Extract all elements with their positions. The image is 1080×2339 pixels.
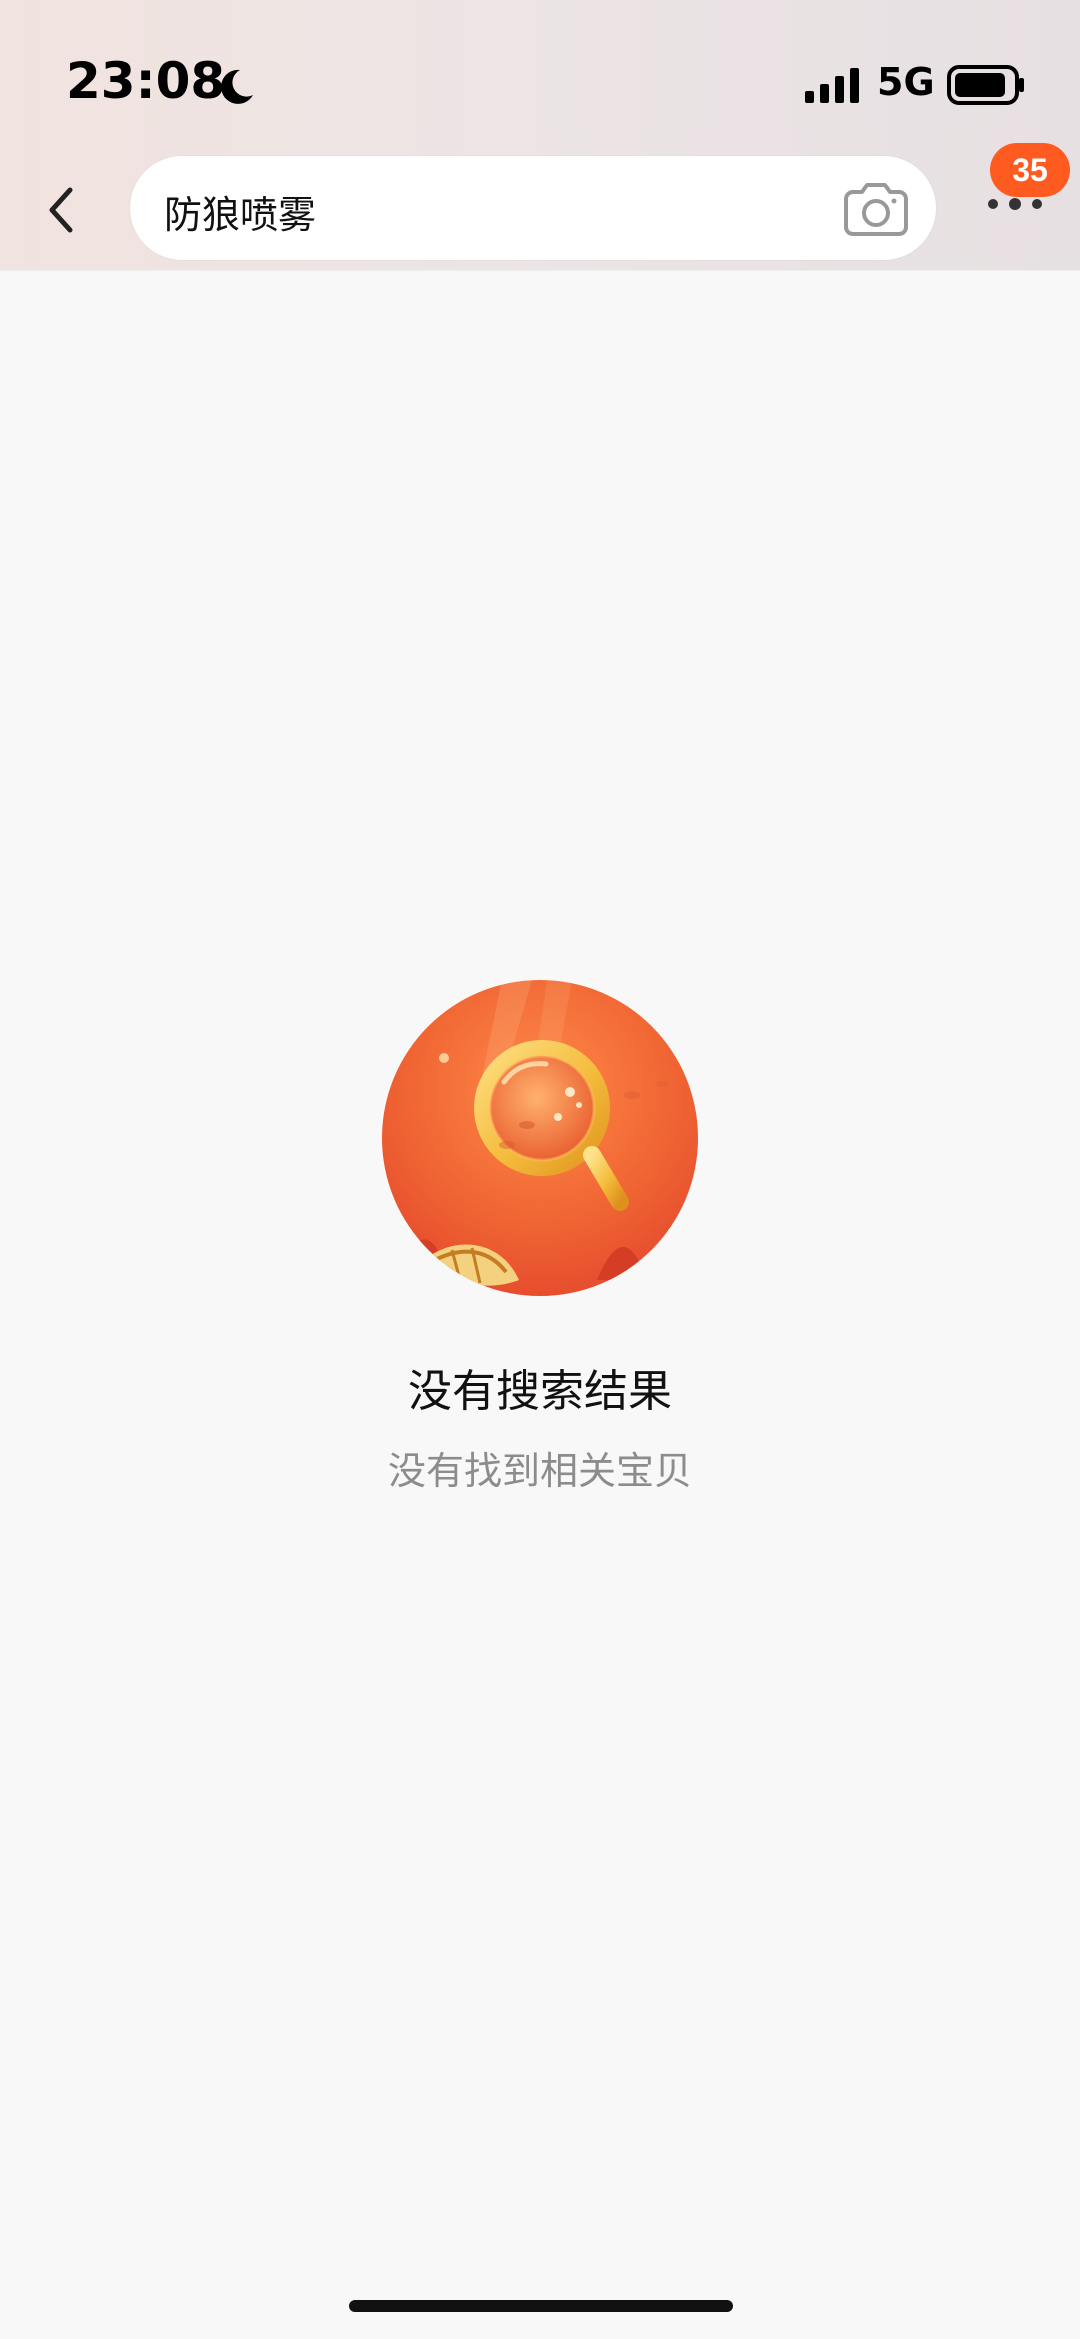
moon-icon [221, 69, 253, 104]
search-query: 防狼喷雾 [164, 193, 317, 237]
signal-icon [805, 68, 859, 103]
back-button[interactable] [30, 180, 90, 240]
chevron-left-icon [49, 187, 73, 233]
magnifying-glass-icon [382, 980, 698, 1296]
empty-state: 没有搜索结果 没有找到相关宝贝 [0, 980, 1080, 1500]
camera-icon [844, 183, 908, 236]
empty-state-title: 没有搜索结果 [408, 1366, 672, 1417]
search-input[interactable]: 防狼喷雾 [130, 156, 936, 260]
battery-icon [947, 65, 1024, 105]
status-bar: 23:08 5G [0, 0, 1080, 150]
home-indicator [349, 2300, 733, 2312]
camera-search-button[interactable] [844, 180, 908, 236]
empty-search-illustration [382, 980, 698, 1296]
top-bar: 23:08 5G 防狼喷雾 35 [0, 0, 1080, 271]
network-label: 5G [877, 60, 935, 104]
message-count-badge: 35 [990, 143, 1070, 197]
status-time: 23:08 [66, 52, 226, 110]
empty-state-subtitle: 没有找到相关宝贝 [387, 1449, 692, 1493]
search-nav-row: 防狼喷雾 [0, 150, 1080, 270]
